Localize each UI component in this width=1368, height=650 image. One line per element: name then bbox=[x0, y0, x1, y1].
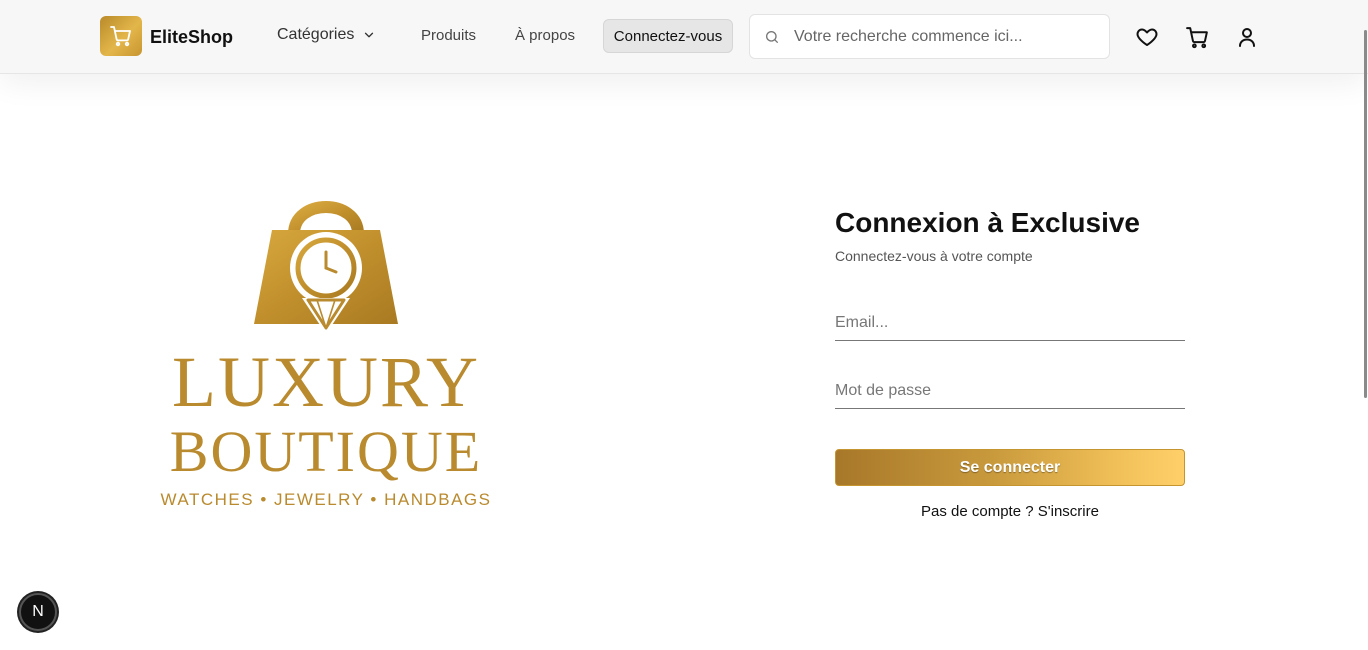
brand-logo[interactable] bbox=[100, 16, 142, 56]
brand-name[interactable]: EliteShop bbox=[150, 27, 233, 48]
luxury-boutique-logo: LUXURY BOUTIQUE WATCHES • JEWELRY • HAND… bbox=[158, 182, 494, 517]
nav-login-button[interactable]: Connectez-vous bbox=[603, 19, 733, 53]
login-submit-button[interactable]: Se connecter bbox=[835, 449, 1185, 486]
login-title: Connexion à Exclusive bbox=[835, 207, 1140, 238]
search-bar bbox=[749, 14, 1110, 59]
login-subtitle: Connectez-vous à votre compte bbox=[835, 248, 1033, 264]
password-field-wrapper bbox=[835, 373, 1185, 409]
nav-about-link[interactable]: À propos bbox=[515, 27, 575, 44]
email-field-wrapper bbox=[835, 305, 1185, 341]
cart-icon bbox=[110, 26, 131, 47]
heart-icon bbox=[1136, 28, 1158, 46]
logo-line-boutique: BOUTIQUE bbox=[169, 419, 483, 484]
dev-tools-badge[interactable]: N bbox=[19, 593, 57, 631]
wishlist-button[interactable] bbox=[1134, 24, 1160, 50]
logo-line-luxury: LUXURY bbox=[171, 342, 480, 422]
page-scrollbar[interactable] bbox=[1364, 30, 1367, 398]
password-field[interactable] bbox=[835, 373, 1185, 408]
cart-button[interactable] bbox=[1184, 24, 1210, 50]
search-icon bbox=[766, 31, 778, 43]
categories-dropdown[interactable]: Catégories bbox=[277, 26, 376, 44]
categories-label: Catégories bbox=[277, 26, 355, 43]
chevron-down-icon bbox=[365, 32, 374, 38]
user-icon bbox=[1239, 28, 1255, 47]
search-input[interactable] bbox=[794, 25, 1094, 49]
cart-icon bbox=[1185, 26, 1208, 48]
logo-tagline: WATCHES • JEWELRY • HANDBAGS bbox=[160, 490, 492, 509]
signup-link[interactable]: Pas de compte ? S'inscrire bbox=[835, 503, 1185, 520]
top-navbar: EliteShop Catégories Produits À propos C… bbox=[0, 0, 1368, 74]
nav-products-link[interactable]: Produits bbox=[421, 27, 476, 44]
handbag-watch-diamond-icon bbox=[254, 201, 398, 334]
account-button[interactable] bbox=[1234, 24, 1260, 50]
email-field[interactable] bbox=[835, 305, 1185, 340]
